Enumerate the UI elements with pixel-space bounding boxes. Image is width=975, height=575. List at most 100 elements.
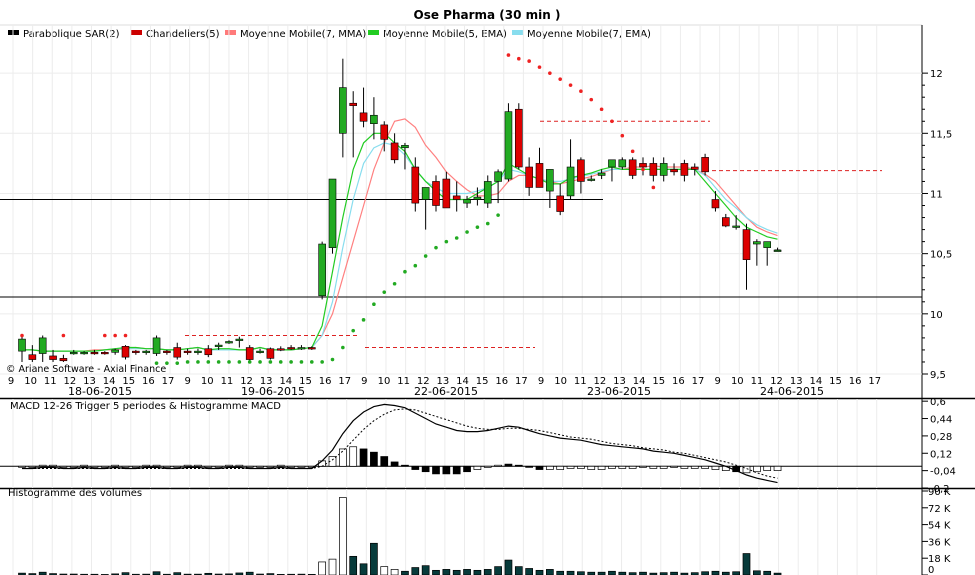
sar-dot (113, 333, 117, 338)
candle-body (101, 352, 109, 355)
volume-bar (349, 555, 358, 575)
volume-bar (535, 569, 544, 575)
candle-body (194, 350, 202, 353)
macd-histogram-bar (701, 465, 709, 469)
macd-histogram-bar (142, 464, 151, 467)
volume-bar (370, 542, 378, 575)
candle-body (463, 199, 471, 204)
sar-dot (496, 213, 500, 217)
volume-tick-label: 72 K (928, 504, 951, 515)
time-tick-label: 9 (361, 376, 367, 387)
macd-histogram-bar (690, 465, 699, 469)
candle-body (173, 347, 182, 358)
sar-dot (392, 281, 397, 286)
legend-swatch-2 (225, 30, 236, 35)
macd-histogram-bar (90, 465, 99, 468)
macd-histogram-bar (380, 456, 389, 467)
sar-dot (372, 302, 376, 307)
candle-body (390, 142, 399, 161)
volume-bar (463, 569, 471, 575)
macd-histogram-bar (287, 465, 295, 468)
time-tick-label: 9 (8, 376, 14, 387)
macd-histogram-bar (152, 464, 161, 467)
time-tick-label: 17 (515, 376, 528, 387)
sar-dot (610, 119, 614, 124)
sar-dot (216, 360, 221, 364)
time-tick-label: 15 (652, 376, 665, 387)
legend-label-1: Chandeliers(5) (146, 29, 220, 40)
macd-histogram-bar (659, 465, 668, 469)
volume-tick-label: 0 (928, 565, 934, 575)
macd-histogram-bar (639, 465, 647, 468)
macd-histogram-bar (183, 464, 192, 467)
candle-body (659, 163, 668, 176)
macd-histogram-bar (587, 465, 596, 470)
sar-dot (579, 89, 583, 93)
candle-body (339, 87, 347, 134)
volume-bar (711, 570, 720, 575)
sar-dot (465, 230, 469, 234)
macd-histogram-bar (494, 464, 502, 467)
macd-histogram-bar (297, 465, 306, 468)
candle-body (628, 159, 637, 176)
candle-body (245, 347, 254, 360)
price-grid (0, 24, 975, 575)
candle-body (287, 347, 295, 350)
candle-body (266, 348, 275, 359)
sar-dot (61, 333, 66, 338)
macd-histogram-bar (577, 465, 585, 469)
sar-dot (413, 263, 418, 268)
date-label: 19-06-2015 (241, 385, 305, 398)
macd-histogram-bar (473, 465, 482, 470)
copyright-text: © Ariane Software - Axial Finance (6, 364, 166, 375)
sar-dot (517, 56, 521, 61)
macd-histogram-bar (421, 465, 430, 473)
macd-histogram-bar (504, 463, 513, 467)
sar-dot (351, 328, 356, 333)
candle-body (442, 178, 451, 209)
time-tick-label: 10 (554, 376, 567, 387)
macd-histogram-bar (245, 465, 254, 468)
sar-dot (103, 333, 107, 338)
volume-bar (421, 565, 430, 575)
candle-body (411, 166, 420, 204)
sar-dot (630, 149, 635, 154)
candle-body (121, 346, 130, 358)
sar-dot (278, 360, 283, 364)
candle-body (742, 229, 751, 260)
candle-body (349, 102, 358, 106)
sar-dot (382, 290, 387, 294)
candle-body (370, 114, 378, 124)
macd-histogram-bar (463, 465, 471, 473)
macd-histogram-bar (318, 460, 326, 467)
candle-body (597, 172, 606, 176)
macd-histogram-bar (452, 465, 461, 475)
candle-body (28, 354, 37, 360)
volume-bar (411, 567, 420, 575)
time-tick-label: 11 (397, 376, 410, 387)
candle-body (256, 350, 264, 353)
macd-histogram-bar (163, 465, 171, 468)
macd-tick-label: 0,6 (930, 397, 946, 408)
sar-dot (589, 97, 594, 102)
time-tick-label: 10 (24, 376, 37, 387)
price-axis: 12 11,5 11 10,5 10 9,5 (922, 69, 952, 381)
sar-dot (454, 236, 459, 240)
candle-body (680, 163, 689, 176)
macd-histogram-bar (80, 464, 88, 467)
price-tick-label: 11 (930, 189, 943, 200)
candle-body (421, 187, 430, 200)
sar-dot (423, 254, 428, 258)
macd-histogram-bar (194, 464, 202, 467)
candle-body (307, 347, 316, 350)
time-tick-label: 17 (162, 376, 175, 387)
volume-bar (380, 566, 389, 575)
candle-body (214, 344, 223, 347)
price-tick-label: 9,5 (930, 370, 946, 381)
macd-histogram-bar (349, 446, 358, 467)
volume-bar (442, 569, 451, 575)
time-tick-label: 9 (538, 376, 544, 387)
candle-body (670, 169, 678, 173)
candle-body (546, 169, 554, 192)
date-label: 18-06-2015 (68, 385, 132, 398)
